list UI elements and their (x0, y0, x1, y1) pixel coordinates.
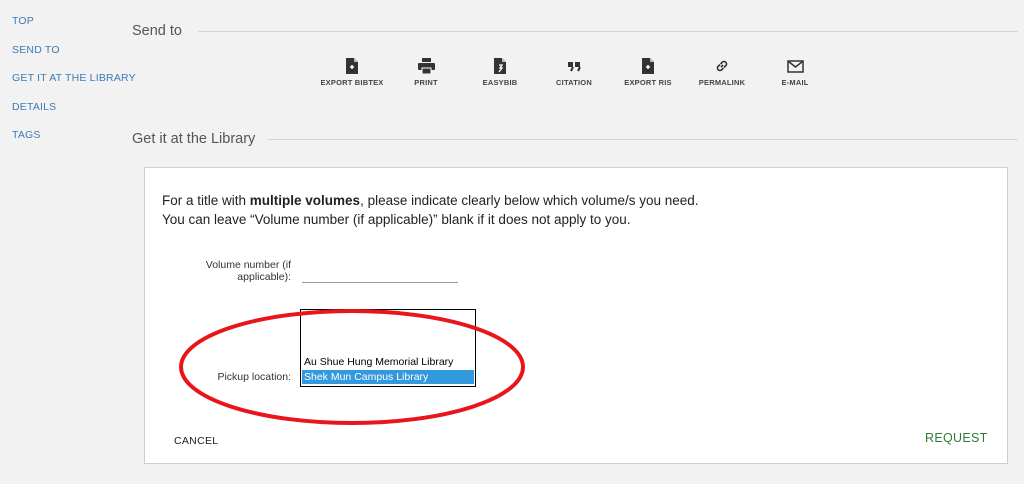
export-ris-icon (608, 58, 688, 74)
get-it-heading: Get it at the Library (132, 131, 256, 147)
volume-number-input[interactable] (302, 267, 458, 283)
nav-item-get-it-at-library[interactable]: GET IT AT THE LIBRARY (12, 72, 136, 84)
mail-icon (755, 58, 835, 74)
export-ris-label: EXPORT RIS (624, 78, 672, 87)
permalink-button[interactable]: PERMALINK (682, 58, 762, 87)
print-button[interactable]: PRINT (386, 58, 466, 87)
instructions-line-2: You can leave “Volume number (if applica… (162, 212, 631, 227)
request-instructions: For a title with multiple volumes, pleas… (162, 191, 699, 229)
nav-item-send-to[interactable]: SEND TO (12, 44, 60, 56)
send-to-heading: Send to (132, 23, 182, 39)
easybib-icon (460, 58, 540, 74)
annotation-ellipse (179, 309, 525, 425)
link-icon (682, 58, 762, 74)
export-bibtex-icon (312, 58, 392, 74)
citation-label: CITATION (556, 78, 592, 87)
instructions-emphasis: multiple volumes (249, 193, 361, 208)
nav-item-tags[interactable]: TAGS (12, 129, 41, 141)
nav-item-details[interactable]: DETAILS (12, 101, 56, 113)
volume-number-label: Volume number (if applicable): (205, 259, 291, 283)
instructions-text-start: For a title with (162, 193, 250, 208)
cancel-button[interactable]: CANCEL (174, 435, 218, 447)
quote-icon (534, 58, 614, 74)
nav-item-top[interactable]: TOP (12, 15, 34, 27)
export-bibtex-label: EXPORT BIBTEX (320, 78, 384, 87)
permalink-label: PERMALINK (698, 78, 746, 87)
instructions-text-end: , please indicate clearly below which vo… (360, 193, 699, 208)
print-icon (386, 58, 466, 74)
email-button[interactable]: E-MAIL (755, 58, 835, 87)
citation-button[interactable]: CITATION (534, 58, 614, 87)
export-bibtex-button[interactable]: EXPORT BIBTEX (312, 58, 392, 87)
easybib-label: EASYBIB (482, 78, 518, 87)
request-button[interactable]: REQUEST (925, 431, 988, 445)
easybib-button[interactable]: EASYBIB (460, 58, 540, 87)
print-label: PRINT (414, 78, 438, 87)
get-it-divider (268, 139, 1018, 140)
email-label: E-MAIL (781, 78, 809, 87)
send-to-divider (198, 31, 1018, 32)
export-ris-button[interactable]: EXPORT RIS (608, 58, 688, 87)
